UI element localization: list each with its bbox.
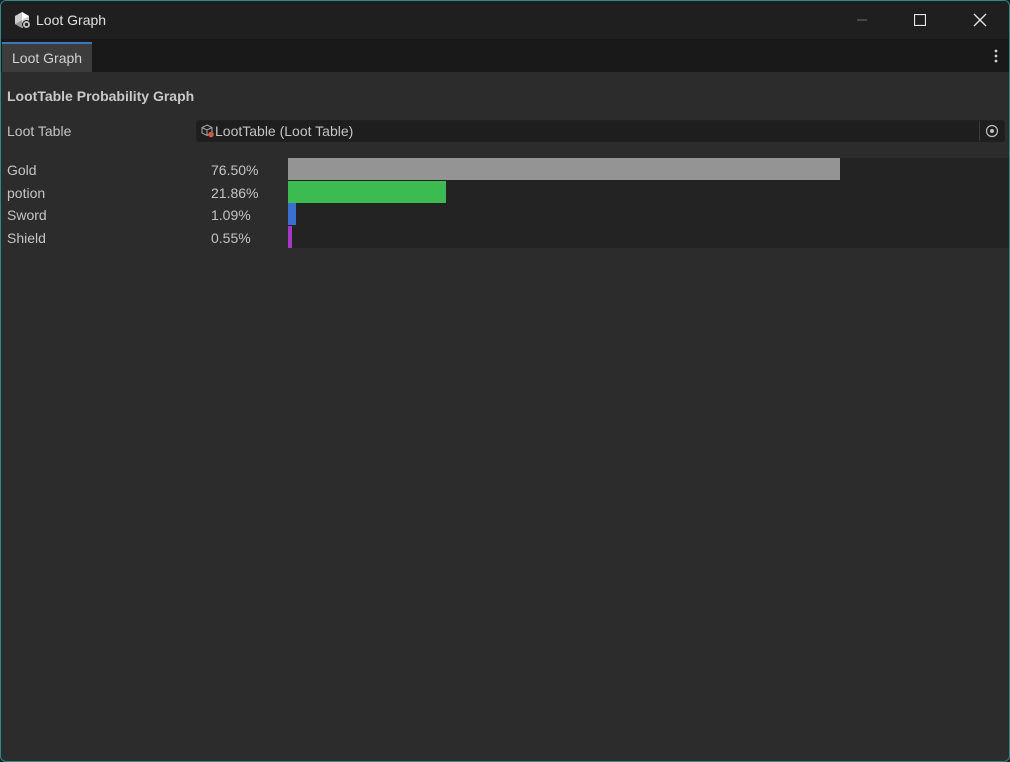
target-picker-icon (985, 124, 999, 138)
loot-table-object-field[interactable]: LootTable (Loot Table) (196, 120, 1005, 142)
item-name-label: Gold (7, 162, 37, 178)
item-percent-label: 0.55% (211, 229, 251, 246)
tab-loot-graph[interactable]: Loot Graph (2, 42, 93, 72)
minimize-icon (857, 19, 867, 21)
bar-potion (288, 180, 446, 203)
page-title: LootTable Probability Graph (7, 88, 195, 104)
item-name-label: potion (7, 184, 46, 201)
bar-track (288, 225, 1009, 248)
loot-table-label: Loot Table (7, 123, 72, 139)
bar-gold (288, 158, 840, 180)
close-icon (973, 13, 987, 27)
loot-row-potion: potion 21.86% (1, 180, 1009, 203)
bar-track (288, 203, 1009, 226)
item-percent-label: 1.09% (211, 207, 251, 223)
window-title: Loot Graph (36, 12, 107, 28)
item-name-label: Sword (7, 207, 47, 223)
unity-logo-icon (15, 12, 31, 29)
tab-label: Loot Graph (12, 50, 83, 66)
bar-shield (288, 225, 292, 248)
bar-track (288, 158, 1009, 181)
minimize-button[interactable] (833, 1, 891, 39)
bar-track (288, 180, 1009, 203)
bar-sword (288, 203, 296, 225)
item-percent-label: 76.50% (211, 162, 259, 178)
loot-table-value: LootTable (Loot Table) (215, 123, 354, 139)
loot-row-shield: Shield 0.55% (1, 225, 1009, 248)
maximize-button[interactable] (891, 1, 949, 39)
loot-row-gold: Gold 76.50% (1, 158, 1009, 181)
editor-window: Loot Graph Loot Graph LootTable Probabil… (0, 0, 1010, 762)
tab-bar: Loot Graph (1, 39, 1009, 72)
loot-row-sword: Sword 1.09% (1, 203, 1009, 226)
scriptable-object-icon (201, 124, 214, 138)
item-name-label: Shield (7, 229, 46, 246)
item-percent-label: 21.86% (211, 184, 259, 201)
more-options-icon[interactable] (993, 47, 999, 65)
probability-graph: Gold 76.50% potion 21.86% Sword 1.09% Shield 0.… (1, 158, 1009, 248)
close-button[interactable] (951, 1, 1009, 39)
object-picker-button[interactable] (979, 121, 1004, 141)
maximize-icon (914, 14, 926, 26)
title-bar[interactable]: Loot Graph (1, 1, 1009, 39)
